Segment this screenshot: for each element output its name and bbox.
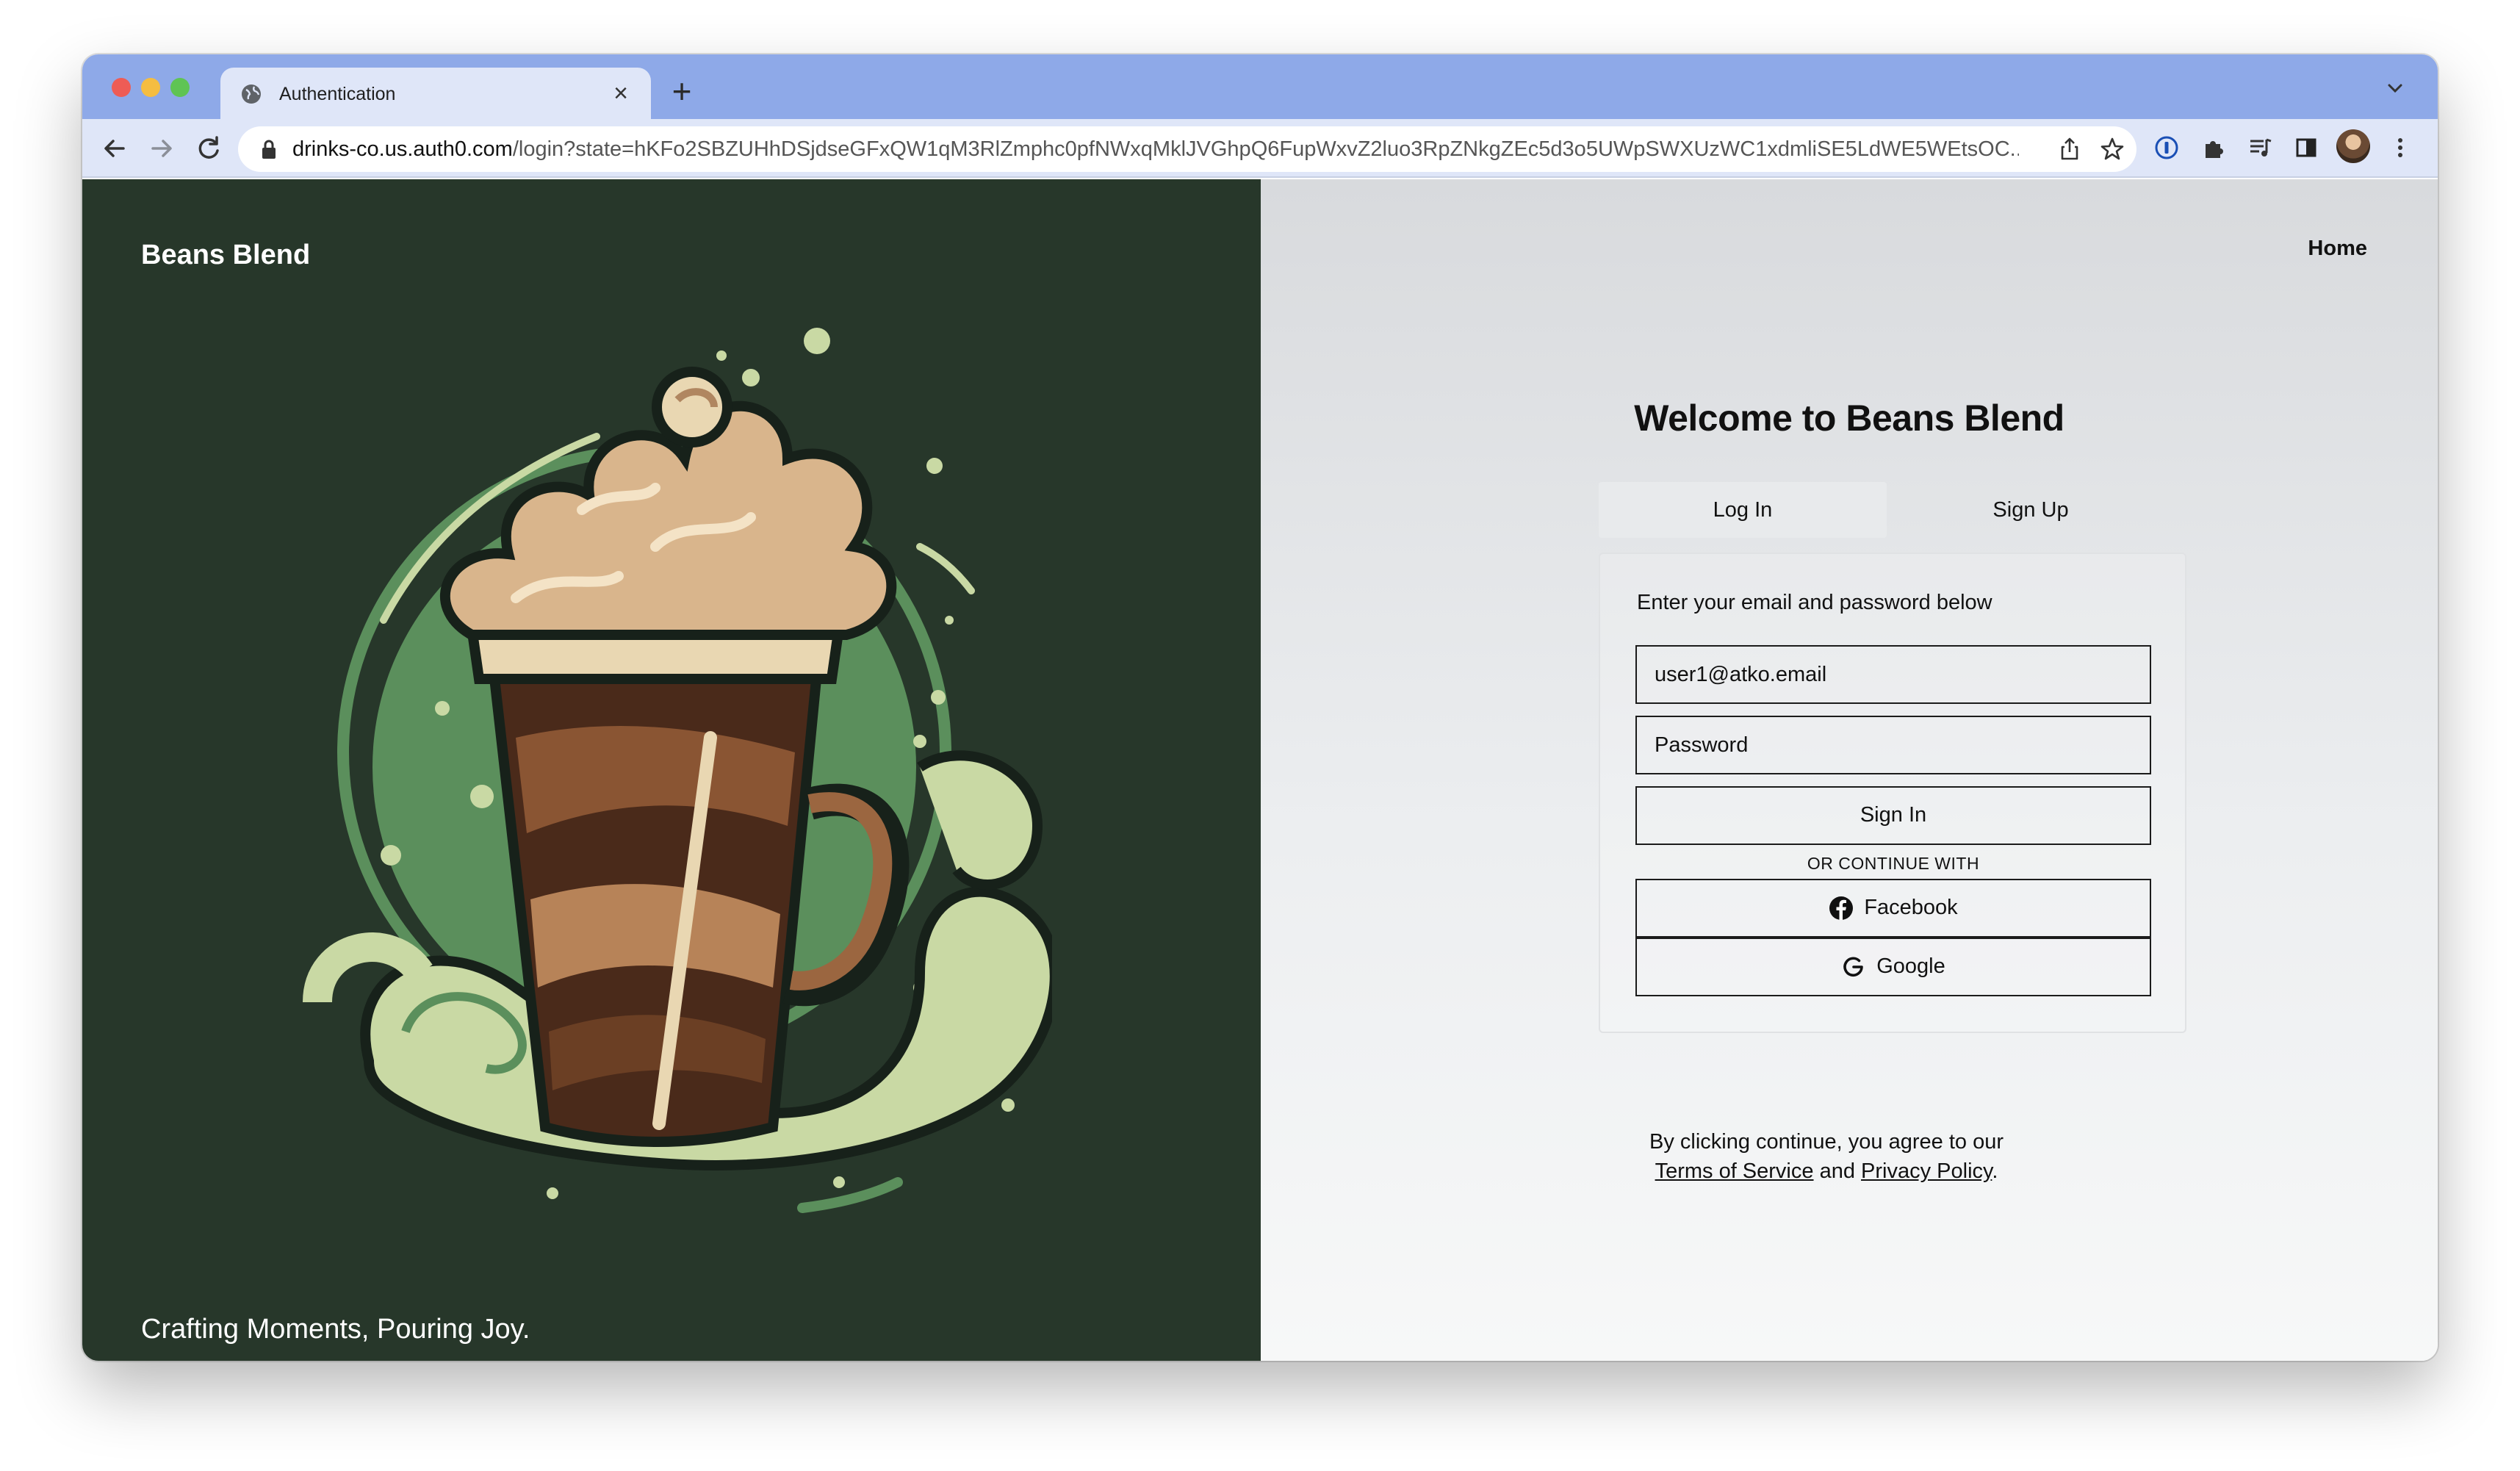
lock-icon[interactable] <box>259 138 279 160</box>
or-continue-label: OR CONTINUE WITH <box>1807 854 1980 873</box>
home-link[interactable]: Home <box>2308 237 2367 261</box>
media-icon[interactable] <box>2247 134 2275 162</box>
profile-avatar[interactable] <box>2336 129 2370 163</box>
maximize-window-button[interactable] <box>170 78 190 97</box>
share-icon[interactable] <box>2056 135 2084 163</box>
login-instruction: Enter your email and password below <box>1637 591 1992 614</box>
tagline: Crafting Moments, Pouring Joy. <box>141 1314 530 1345</box>
facebook-icon <box>1829 896 1854 920</box>
url-text[interactable]: drinks-co.us.auth0.com/login?state=hKFo2… <box>292 137 2019 162</box>
password-manager-icon[interactable] <box>2153 134 2181 162</box>
extensions-icon[interactable] <box>2200 134 2228 162</box>
page-title: Welcome to Beans Blend <box>1634 398 2064 439</box>
tab-title: Authentication <box>279 84 396 104</box>
minimize-window-button[interactable] <box>141 78 160 97</box>
star-icon[interactable] <box>2098 135 2126 163</box>
auth-panel: Home Welcome to Beans Blend Log In Sign … <box>1261 179 2438 1361</box>
browser-tab[interactable]: Authentication × <box>220 68 651 119</box>
facebook-login-button[interactable]: Facebook <box>1635 879 2151 938</box>
tab-strip: Authentication × + <box>82 54 2438 119</box>
coffee-cup-illustration <box>303 328 1052 1213</box>
chevron-down-icon[interactable] <box>2383 76 2407 100</box>
tab-sign-up[interactable]: Sign Up <box>1887 482 2175 538</box>
page-content: Beans Blend Crafting Moments, Pouring Jo… <box>82 179 2438 1361</box>
privacy-policy-link[interactable]: Privacy Policy <box>1861 1159 1992 1183</box>
tab-log-in[interactable]: Log In <box>1599 482 1887 538</box>
login-card: Enter your email and password below Sign… <box>1599 553 2186 1033</box>
reload-icon[interactable] <box>191 131 226 166</box>
brand-name: Beans Blend <box>141 240 311 270</box>
email-field[interactable] <box>1635 645 2151 704</box>
google-login-button[interactable]: Google <box>1635 938 2151 996</box>
address-bar[interactable]: drinks-co.us.auth0.com/login?state=hKFo2… <box>238 126 2136 172</box>
tab-close-icon[interactable]: × <box>607 79 635 107</box>
facebook-label: Facebook <box>1864 896 1958 919</box>
browser-window: Authentication × + drinks-co.us.auth0.co… <box>82 54 2438 1361</box>
sign-in-button[interactable]: Sign In <box>1635 786 2151 845</box>
new-tab-button[interactable]: + <box>663 72 701 110</box>
terms-of-service-link[interactable]: Terms of Service <box>1655 1159 1814 1183</box>
google-icon <box>1843 956 1864 977</box>
close-window-button[interactable] <box>112 78 131 97</box>
browser-toolbar: drinks-co.us.auth0.com/login?state=hKFo2… <box>82 119 2438 178</box>
forward-arrow-icon[interactable] <box>144 131 179 166</box>
brand-panel: Beans Blend Crafting Moments, Pouring Jo… <box>82 179 1261 1361</box>
more-menu-icon[interactable] <box>2386 134 2414 162</box>
auth-tabs: Log In Sign Up <box>1599 482 2175 538</box>
password-field[interactable] <box>1635 716 2151 774</box>
sidepanel-icon[interactable] <box>2292 134 2320 162</box>
google-label: Google <box>1876 954 1945 978</box>
terms-notice: By clicking continue, you agree to our T… <box>1649 1130 2004 1183</box>
back-arrow-icon[interactable] <box>97 131 132 166</box>
globe-icon <box>242 84 261 104</box>
